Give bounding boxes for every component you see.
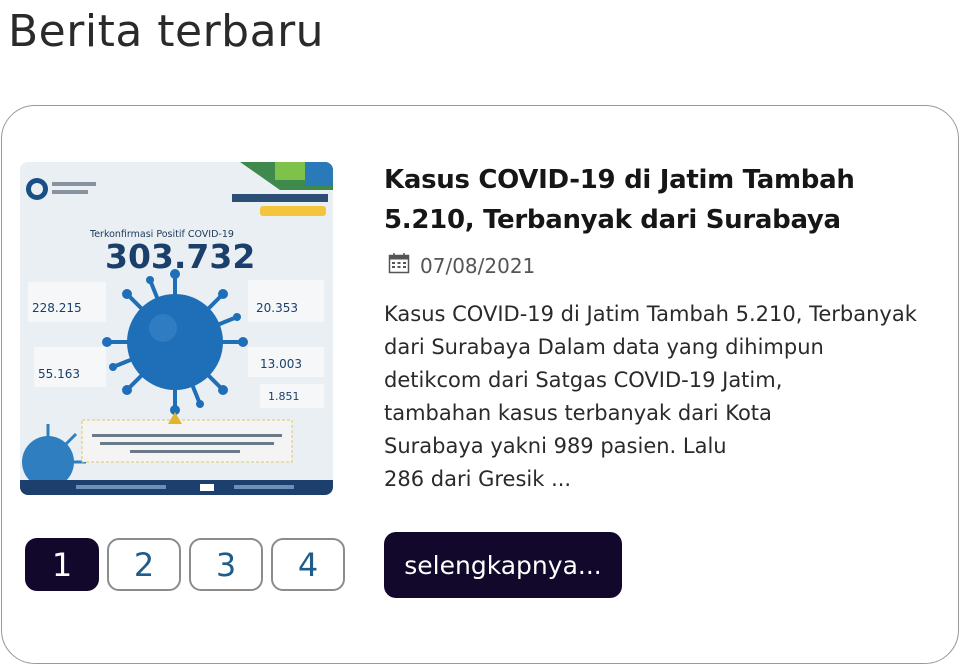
- excerpt-line: Surabaya yakni 989 pasien. Lalu: [384, 434, 727, 458]
- svg-text:13.003: 13.003: [260, 357, 302, 371]
- calendar-icon: [388, 252, 410, 279]
- excerpt-line: dari Surabaya Dalam data yang dihimpun: [384, 335, 824, 359]
- page-button-3[interactable]: 3: [189, 538, 263, 591]
- article-date: 07/08/2021: [420, 253, 536, 278]
- excerpt-line: 286 dari Gresik ...: [384, 467, 572, 491]
- pagination: 1 2 3 4: [25, 538, 345, 591]
- article-excerpt: Kasus COVID-19 di Jatim Tambah 5.210, Te…: [384, 298, 944, 496]
- svg-text:303.732: 303.732: [105, 237, 255, 276]
- svg-text:55.163: 55.163: [38, 367, 80, 381]
- page-button-2[interactable]: 2: [107, 538, 181, 591]
- read-more-button[interactable]: selengkapnya...: [384, 532, 622, 598]
- news-thumbnail[interactable]: Terkonfirmasi Positif COVID-19 303.732 2…: [20, 162, 333, 495]
- excerpt-line: Kasus COVID-19 di Jatim Tambah 5.210, Te…: [384, 302, 917, 326]
- svg-text:228.215: 228.215: [32, 301, 82, 315]
- excerpt-line: tambahan kasus terbanyak dari Kota: [384, 401, 772, 425]
- page-button-4[interactable]: 4: [271, 538, 345, 591]
- svg-text:1.851: 1.851: [268, 390, 300, 403]
- article-date-row: 07/08/2021: [388, 252, 535, 279]
- article-headline[interactable]: Kasus COVID-19 di Jatim Tambah 5.210, Te…: [384, 160, 944, 240]
- covid-infographic-image: Terkonfirmasi Positif COVID-19 303.732 2…: [20, 162, 333, 495]
- page-button-1[interactable]: 1: [25, 538, 99, 591]
- excerpt-line: detikcom dari Satgas COVID-19 Jatim,: [384, 368, 783, 392]
- svg-text:20.353: 20.353: [256, 301, 298, 315]
- virus-icon: [102, 269, 248, 415]
- section-title: Berita terbaru: [8, 6, 325, 57]
